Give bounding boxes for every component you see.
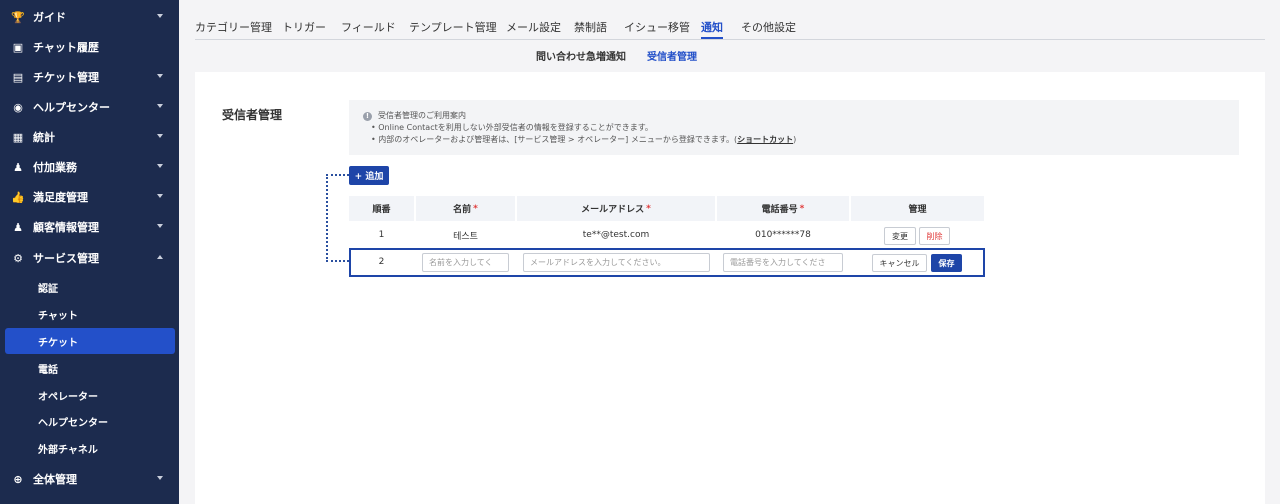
sidebar-item-label: サービス管理 — [33, 252, 99, 265]
sidebar-subitem-help-center[interactable]: ヘルプセンター — [5, 408, 175, 434]
header-name: 名前 * — [416, 196, 515, 221]
chevron-down-icon — [157, 134, 163, 138]
sidebar-item-help-center[interactable]: ◉ ヘルプセンター — [0, 92, 179, 122]
header-email: メールアドレス * — [517, 196, 715, 221]
edit-button[interactable]: 変更 — [884, 227, 916, 245]
chevron-up-icon — [157, 255, 163, 259]
sidebar-item-guide[interactable]: 🏆 ガイド — [0, 2, 179, 32]
connector-line — [326, 174, 349, 262]
sidebar-item-ticket-management[interactable]: ▤ チケット管理 — [0, 62, 179, 92]
sidebar-item-chat-history[interactable]: ▣ チャット履歴 — [0, 32, 179, 62]
tab-banned-words[interactable]: 禁制語 — [574, 19, 607, 39]
sidebar-item-additional-work[interactable]: ♟ 付加業務 — [0, 152, 179, 182]
add-button[interactable]: + 追加 — [349, 166, 389, 185]
chevron-down-icon — [157, 164, 163, 168]
sidebar-subitem-chat[interactable]: チャット — [5, 301, 175, 327]
user-icon: ♟ — [13, 220, 23, 234]
sidebar-item-statistics[interactable]: ▦ 統計 — [0, 122, 179, 152]
email-input[interactable]: メールアドレスを入力してください。 — [523, 253, 710, 272]
save-button[interactable]: 保存 — [931, 254, 962, 272]
tab-bar: カテゴリー管理 トリガー フィールド テンプレート管理 メール設定 禁制語 イシ… — [195, 14, 1265, 40]
headset-icon: ◉ — [13, 100, 23, 114]
notice-line-2: • 内部のオペレーターおよび管理者は、[サービス管理 > オペレーター] メニュ… — [371, 135, 797, 144]
thumbs-up-icon: 👍 — [11, 190, 25, 204]
exclamation-icon: ! — [363, 111, 372, 121]
sidebar-subitem-external-channel[interactable]: 外部チャネル — [5, 435, 175, 461]
sidebar-item-label: チケット管理 — [33, 71, 99, 84]
row1-phone: 010******78 — [755, 230, 811, 240]
delete-button[interactable]: 削除 — [919, 227, 950, 245]
user-gear-icon: ♟ — [13, 160, 23, 174]
document-icon: ▤ — [12, 70, 24, 84]
sidebar-item-label: 全体管理 — [33, 473, 77, 486]
chevron-down-icon — [157, 476, 163, 480]
header-phone: 電話番号 * — [717, 196, 849, 221]
sidebar-subitem-phone[interactable]: 電話 — [5, 355, 175, 381]
chat-icon: ▣ — [12, 40, 24, 54]
sidebar-item-label: ヘルプセンター — [33, 101, 110, 114]
sidebar-item-label: 付加業務 — [33, 161, 77, 174]
sidebar-item-service-management[interactable]: ⚙ サービス管理 — [0, 243, 179, 273]
tab-mail-settings[interactable]: メール設定 — [506, 19, 561, 39]
sidebar-subitem-auth[interactable]: 認証 — [5, 274, 175, 300]
sidebar-item-label: ガイド — [33, 11, 66, 24]
sidebar-item-label: 顧客情報管理 — [33, 221, 99, 234]
tab-field[interactable]: フィールド — [341, 19, 396, 39]
chevron-down-icon — [157, 74, 163, 78]
shortcut-link[interactable]: ショートカット — [737, 135, 793, 144]
row1-name: 테스트 — [453, 231, 478, 242]
phone-input[interactable]: 電話番号を入力してくださ — [723, 253, 843, 272]
sidebar-subitem-ticket[interactable]: チケット — [5, 328, 175, 354]
sidebar-item-label: 統計 — [33, 131, 55, 144]
sidebar-item-label: チャット履歴 — [33, 41, 99, 54]
sidebar-item-customer-info[interactable]: ♟ 顧客情報管理 — [0, 212, 179, 242]
row1-email: te**@test.com — [582, 230, 650, 240]
tab-trigger[interactable]: トリガー — [282, 19, 326, 39]
name-input[interactable]: 名前を入力してく — [422, 253, 509, 272]
chevron-down-icon — [157, 224, 163, 228]
gear-icon: ⚙ — [13, 251, 23, 265]
tab-category[interactable]: カテゴリー管理 — [195, 19, 272, 39]
sidebar-item-label: 満足度管理 — [33, 191, 88, 204]
notice-line-1: • Online Contactを利用しない外部受信者の情報を登録することができ… — [371, 123, 653, 132]
tab-notification[interactable]: 通知 — [701, 19, 723, 39]
sidebar-item-global-management[interactable]: ⊕ 全体管理 — [0, 464, 179, 494]
cancel-button[interactable]: キャンセル — [872, 254, 927, 272]
tab-other-settings[interactable]: その他設定 — [741, 19, 796, 39]
subtab-recipient-management[interactable]: 受信者管理 — [647, 48, 697, 63]
row2-order: 2 — [378, 257, 385, 267]
tab-issue-transfer[interactable]: イシュー移管 — [624, 19, 690, 39]
trophy-icon: 🏆 — [11, 10, 25, 24]
subtab-surge-notification[interactable]: 問い合わせ急増通知 — [536, 48, 626, 63]
chevron-down-icon — [157, 14, 163, 18]
header-manage: 管理 — [851, 196, 984, 221]
chevron-down-icon — [157, 194, 163, 198]
chart-icon: ▦ — [12, 130, 24, 144]
page-title: 受信者管理 — [222, 108, 283, 122]
sidebar-item-satisfaction[interactable]: 👍 満足度管理 — [0, 182, 179, 212]
header-order: 順番 — [349, 196, 414, 221]
sidebar-subitem-operator[interactable]: オペレーター — [5, 382, 175, 408]
tab-template[interactable]: テンプレート管理 — [409, 19, 497, 39]
row1-order: 1 — [378, 230, 385, 240]
sidebar: 🏆 ガイド ▣ チャット履歴 ▤ チケット管理 ◉ ヘルプセンター ▦ 統計 ♟… — [0, 0, 179, 504]
plus-circle-icon: ⊕ — [13, 472, 23, 486]
notice-heading: 受信者管理のご利用案内 — [378, 111, 466, 120]
chevron-down-icon — [157, 104, 163, 108]
notice-box: ! 受信者管理のご利用案内 • Online Contactを利用しない外部受信… — [349, 100, 1239, 155]
